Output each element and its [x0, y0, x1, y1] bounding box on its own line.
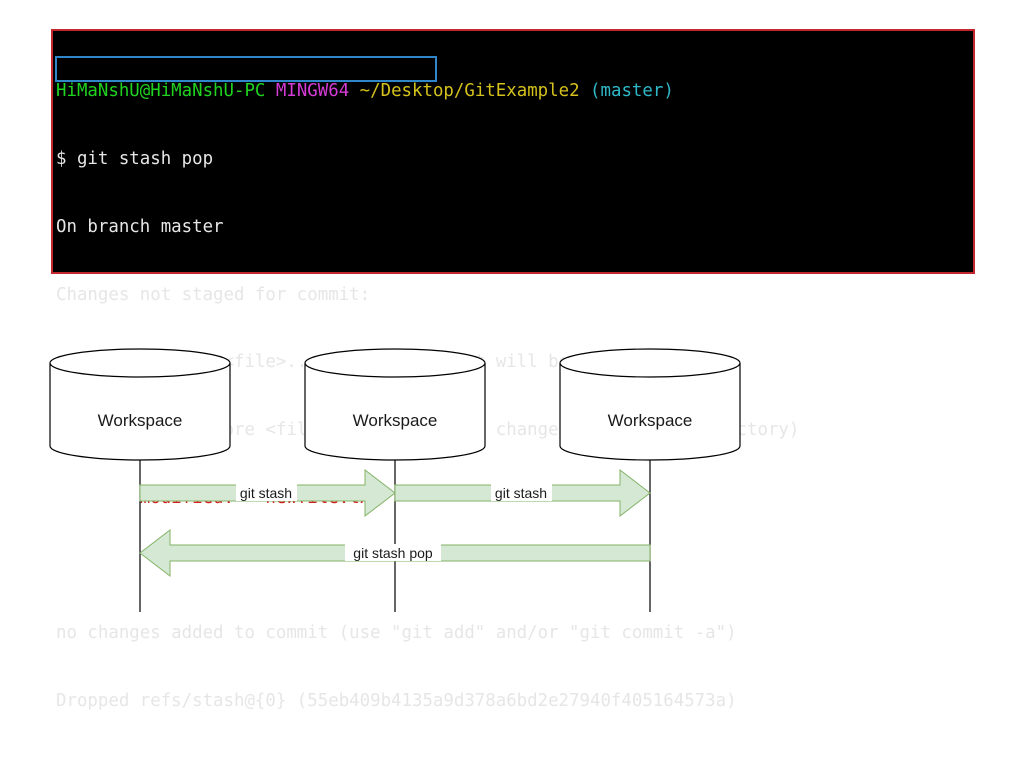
workspace-label-1: Workspace — [98, 411, 183, 430]
git-stash-arrow-1: git stash — [139, 468, 396, 518]
stash-diagram: Workspace Workspace Workspace git stash … — [49, 348, 741, 612]
git-stash-pop-label: git stash pop — [353, 545, 433, 561]
git-stash-label-2: git stash — [495, 485, 547, 501]
workspace-node-3: Workspace — [559, 348, 741, 461]
git-stash-arrow-2: git stash — [394, 468, 651, 518]
terminal-output-line: Dropped refs/stash@{0} (55eb409b4135a9d3… — [56, 691, 737, 712]
workspace-label-2: Workspace — [353, 411, 438, 430]
workspace-label-3: Workspace — [608, 411, 693, 430]
workspace-node-2: Workspace — [304, 348, 486, 461]
git-stash-label-1: git stash — [240, 485, 292, 501]
workspace-node-1: Workspace — [49, 348, 231, 461]
